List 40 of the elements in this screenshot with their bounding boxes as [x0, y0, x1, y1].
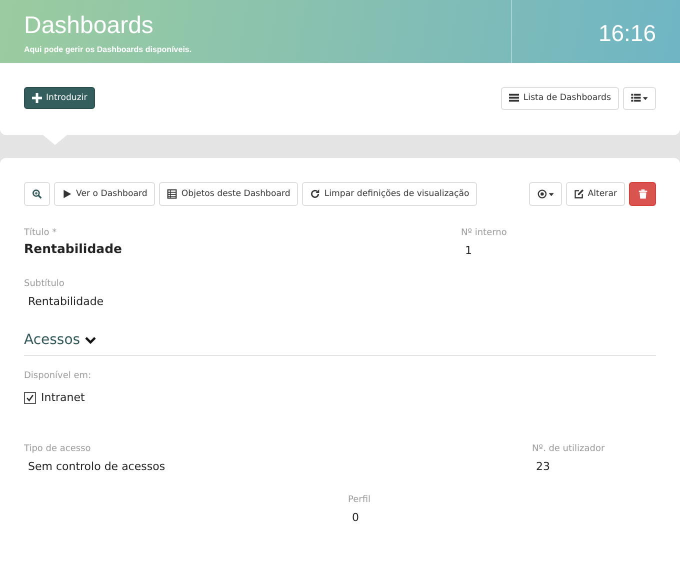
clock: 16:16 — [597, 19, 657, 48]
field-value: Sem controlo de acessos — [27, 460, 166, 473]
list-button[interactable]: Lista de Dashboards — [501, 86, 619, 110]
view-menu-button[interactable] — [623, 86, 656, 110]
list-icon — [509, 93, 520, 103]
add-button[interactable]: Introduzir — [24, 87, 96, 109]
field-value: 0 — [351, 511, 360, 524]
page-subtitle: Aqui pode gerir os Dashboards disponíveis. — [24, 45, 193, 54]
table-icon — [167, 189, 178, 199]
field-label: Nº. de utilizador — [532, 444, 606, 454]
field-label: Tipo de acesso — [24, 444, 92, 454]
section-header[interactable]: Acessos — [24, 332, 656, 356]
edit-icon — [574, 189, 584, 199]
reset-button[interactable]: Limpar definições de visualização — [302, 182, 478, 206]
field-value: 1 — [464, 244, 473, 257]
field-label: Nº interno — [461, 228, 507, 238]
delete-button[interactable] — [629, 182, 656, 206]
refresh-icon — [310, 189, 320, 199]
field-label: Título * — [24, 228, 58, 238]
objects-button[interactable]: Objetos deste Dashboard — [159, 182, 298, 206]
section-title: Acessos — [24, 332, 80, 348]
title-value: Rentabilidade — [24, 241, 124, 256]
view-dashboard-button[interactable]: Ver o Dashboard — [54, 182, 156, 206]
options-button[interactable] — [528, 182, 562, 206]
list-caret-icon — [631, 93, 648, 103]
checkbox[interactable] — [24, 392, 36, 404]
play-icon — [62, 189, 72, 199]
target-caret-icon — [536, 189, 554, 199]
field-value: 23 — [535, 460, 551, 473]
plus-icon — [32, 93, 42, 103]
field-label: Perfil — [348, 495, 372, 505]
edit-button[interactable]: Alterar — [566, 182, 625, 206]
field-label: Subtítulo — [24, 279, 66, 289]
search-icon — [32, 189, 42, 199]
zoom-button[interactable] — [24, 182, 50, 206]
field-label: Disponível em: — [24, 371, 92, 381]
field-value: Rentabilidade — [27, 295, 105, 308]
page-title: Dashboards — [24, 12, 154, 40]
checkbox-label: Intranet — [41, 391, 85, 404]
trash-icon — [638, 189, 648, 199]
